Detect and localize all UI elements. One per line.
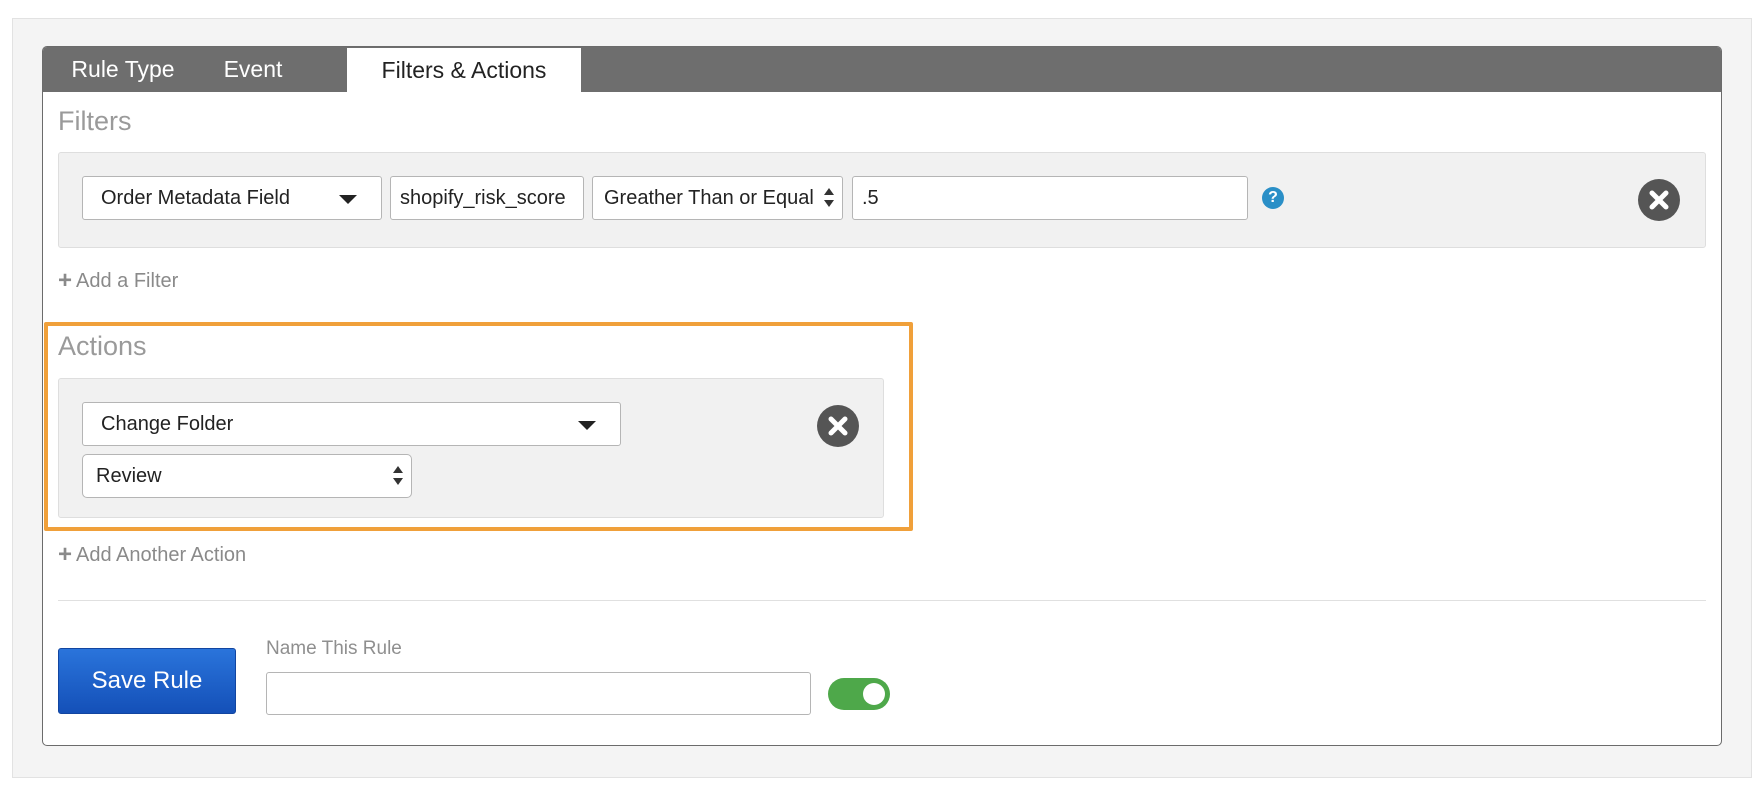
folder-select-value: Review [96, 465, 162, 487]
remove-action-button[interactable] [817, 405, 859, 447]
filter-field-select-value: Order Metadata Field [101, 187, 290, 209]
action-type-select[interactable]: Change Folder [82, 402, 621, 446]
up-down-arrows-icon [393, 466, 403, 488]
add-action-label: Add Another Action [76, 544, 247, 566]
filter-field-select[interactable]: Order Metadata Field [82, 176, 382, 220]
filter-operator-select[interactable]: Greather Than or Equal [592, 176, 843, 220]
divider [58, 600, 1706, 601]
close-icon [828, 416, 848, 436]
tab-rule-type[interactable]: Rule Type [43, 47, 203, 92]
add-action-link[interactable]: + Add Another Action [58, 541, 246, 569]
chevron-down-icon [339, 195, 357, 204]
close-icon [1649, 190, 1669, 210]
filter-operator-select-value: Greather Than or Equal [604, 187, 814, 209]
action-type-select-value: Change Folder [101, 413, 234, 435]
up-down-arrows-icon [824, 188, 834, 210]
remove-filter-button[interactable] [1638, 179, 1680, 221]
folder-select[interactable]: Review [82, 454, 412, 498]
tab-filters-actions[interactable]: Filters & Actions [347, 48, 581, 93]
actions-title: Actions [58, 331, 147, 361]
toggle-knob [863, 683, 885, 705]
tab-bar: Rule Type Event Filters & Actions [43, 47, 1721, 93]
plus-icon: + [58, 267, 73, 294]
add-filter-label: Add a Filter [76, 270, 179, 292]
rule-name-input[interactable] [266, 672, 811, 715]
save-rule-button[interactable]: Save Rule [58, 648, 236, 714]
add-filter-link[interactable]: + Add a Filter [58, 267, 178, 295]
chevron-down-icon [578, 421, 596, 430]
rule-name-label: Name This Rule [266, 638, 402, 659]
tab-event[interactable]: Event [203, 47, 303, 92]
rule-enabled-toggle[interactable] [828, 678, 890, 710]
filter-value-input[interactable] [852, 176, 1248, 220]
metadata-key-input[interactable] [390, 176, 584, 220]
help-icon[interactable]: ? [1262, 187, 1284, 209]
plus-icon: + [58, 541, 73, 568]
filters-title: Filters [58, 106, 132, 136]
